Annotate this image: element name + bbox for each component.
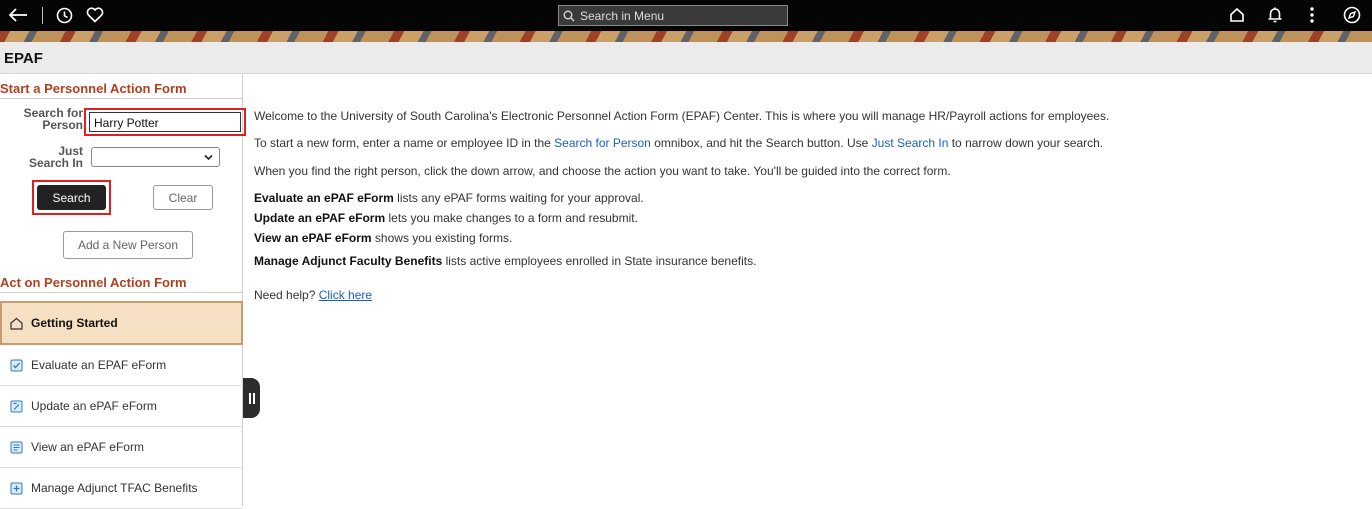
search-button[interactable]: Search — [37, 185, 106, 210]
navbar-compass-icon[interactable] — [1342, 5, 1362, 25]
left-panel: Start a Personnel Action Form Search for… — [0, 74, 246, 509]
clear-button[interactable]: Clear — [153, 185, 213, 210]
just-search-in-select[interactable] — [91, 147, 220, 167]
welcome-text: Welcome to the University of South Carol… — [254, 109, 1110, 123]
menu-search-placeholder: Search in Menu — [580, 8, 665, 23]
nav-item-label: View an ePAF eForm — [31, 440, 144, 454]
guidance-line: When you find the right person, click th… — [254, 164, 951, 178]
nav-item-label: Evaluate an EPAF eForm — [31, 358, 167, 372]
divider — [0, 292, 243, 293]
back-arrow-icon[interactable] — [6, 5, 30, 25]
add-new-person-button[interactable]: Add a New Person — [63, 231, 193, 259]
home-icon[interactable] — [1227, 5, 1247, 25]
page-title: EPAF — [4, 50, 43, 67]
update-form-icon — [10, 400, 23, 413]
info-term: Evaluate an ePAF eForm — [254, 191, 394, 205]
instructions-line: To start a new form, enter a name or emp… — [254, 136, 1103, 150]
text-segment: omnibox, and hit the Search button. Use — [650, 136, 872, 150]
search-for-person-input[interactable]: Harry Potter — [89, 112, 241, 132]
divider — [0, 98, 243, 99]
search-icon — [563, 10, 575, 21]
info-term: View an ePAF eForm — [254, 231, 372, 245]
evaluate-form-icon — [10, 359, 23, 372]
decorative-banner — [0, 31, 1372, 42]
info-line-evaluate: Evaluate an ePAF eForm lists any ePAF fo… — [254, 191, 644, 205]
info-description: lists any ePAF forms waiting for your ap… — [393, 191, 644, 205]
info-term: Update an ePAF eForm — [254, 211, 386, 225]
view-form-icon — [10, 441, 23, 454]
info-line-manage: Manage Adjunct Faculty Benefits lists ac… — [254, 254, 756, 268]
info-description: lists active employees enrolled in State… — [442, 254, 757, 268]
favorites-heart-icon[interactable] — [85, 5, 105, 25]
nav-item-getting-started[interactable]: Getting Started — [0, 301, 243, 345]
act-section-title: Act on Personnel Action Form — [0, 275, 187, 290]
manage-benefits-icon — [10, 482, 23, 495]
home-icon — [10, 317, 23, 330]
info-line-view: View an ePAF eForm shows you existing fo… — [254, 231, 512, 245]
help-text: Need help? — [254, 288, 319, 302]
nav-item-view[interactable]: View an ePAF eForm — [0, 427, 243, 468]
page-title-bar: EPAF — [0, 42, 1372, 74]
nav-item-label: Update an ePAF eForm — [31, 399, 157, 413]
pause-bars-icon — [248, 392, 255, 404]
top-navbar: Search in Menu — [0, 0, 1372, 31]
help-line: Need help? Click here — [254, 288, 372, 302]
info-term: Manage Adjunct Faculty Benefits — [254, 254, 443, 268]
menu-search-input[interactable]: Search in Menu — [558, 5, 788, 26]
nav-item-label: Getting Started — [31, 316, 118, 330]
just-search-in-reference: Just Search In — [871, 136, 949, 150]
chevron-down-icon — [204, 154, 213, 161]
info-line-update: Update an ePAF eForm lets you make chang… — [254, 211, 638, 225]
nav-item-evaluate[interactable]: Evaluate an EPAF eForm — [0, 345, 243, 386]
search-for-person-reference: Search for Person — [554, 136, 651, 150]
text-segment: To start a new form, enter a name or emp… — [254, 136, 555, 150]
actions-menu-icon[interactable] — [1306, 5, 1318, 25]
info-description: shows you existing forms. — [371, 231, 513, 245]
nav-item-update[interactable]: Update an ePAF eForm — [0, 386, 243, 427]
help-link[interactable]: Click here — [319, 288, 372, 302]
info-description: lets you make changes to a form and resu… — [385, 211, 638, 225]
start-section-title: Start a Personnel Action Form — [0, 81, 187, 96]
panel-collapse-handle[interactable] — [243, 378, 260, 418]
search-for-person-label: Search for Person — [23, 106, 83, 132]
history-clock-icon[interactable] — [54, 5, 74, 25]
nav-item-label: Manage Adjunct TFAC Benefits — [31, 481, 198, 495]
divider — [42, 7, 43, 24]
notifications-bell-icon[interactable] — [1265, 5, 1285, 25]
nav-item-manage-benefits[interactable]: Manage Adjunct TFAC Benefits — [0, 468, 243, 509]
text-segment: to narrow down your search. — [948, 136, 1104, 150]
just-search-in-label: Just Search In — [28, 144, 83, 170]
